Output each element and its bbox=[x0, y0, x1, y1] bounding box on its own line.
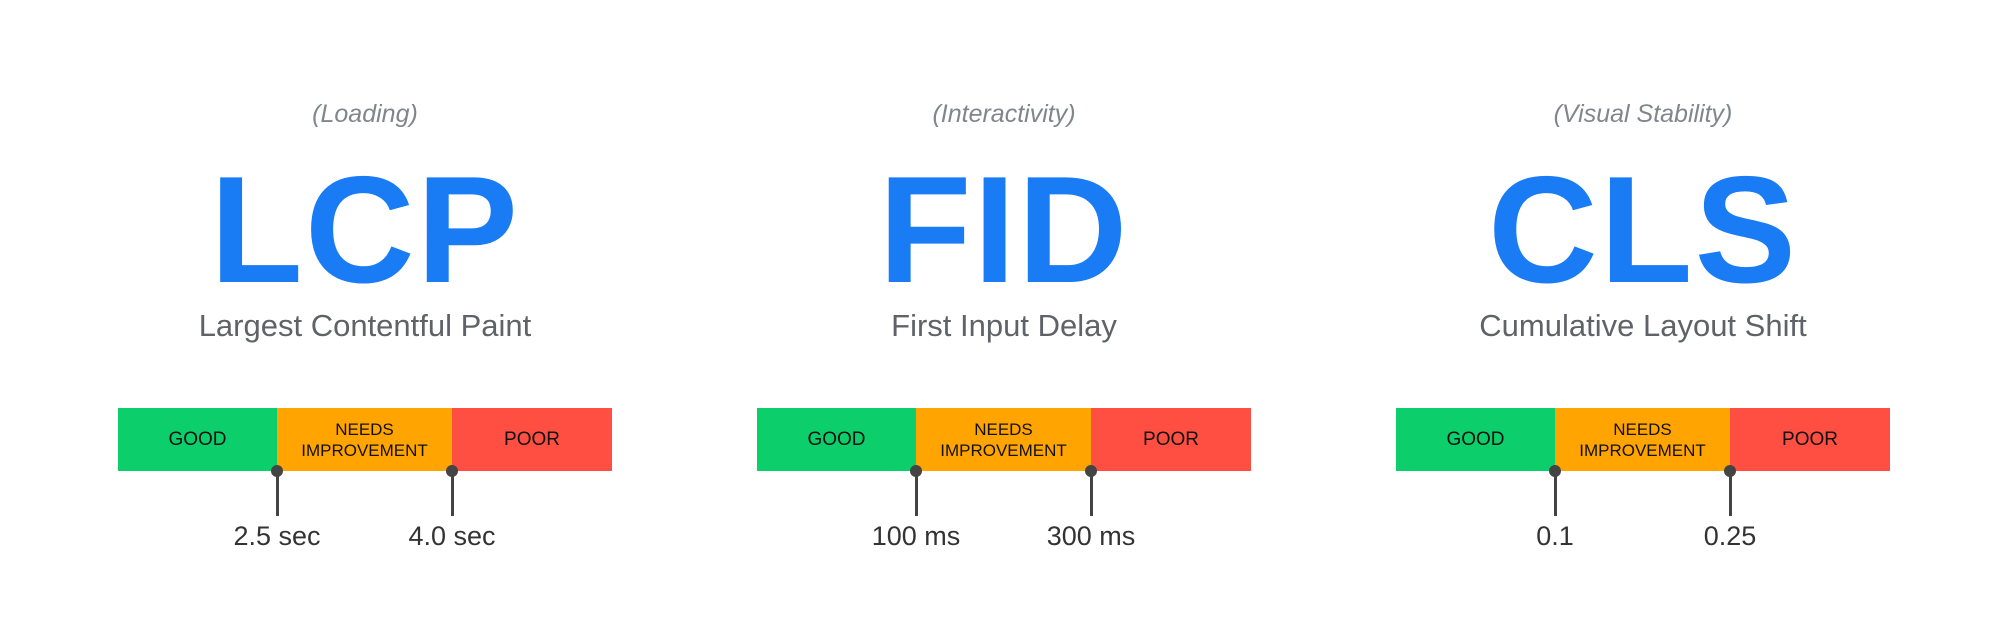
metric-category: (Visual Stability) bbox=[1553, 100, 1733, 128]
segment-label: NEEDS IMPROVEMENT bbox=[301, 419, 428, 460]
threshold-label: 2.5 sec bbox=[233, 521, 321, 551]
metric-name: Cumulative Layout Shift bbox=[1479, 308, 1807, 343]
segment-needs-improvement: NEEDS IMPROVEMENT bbox=[916, 408, 1091, 471]
threshold-label: 4.0 sec bbox=[408, 521, 496, 551]
segment-label: NEEDS IMPROVEMENT bbox=[1579, 419, 1706, 460]
threshold-label: 300 ms bbox=[1046, 521, 1136, 551]
threshold-bar: GOOD NEEDS IMPROVEMENT POOR bbox=[1396, 408, 1890, 471]
metric-lcp: (Loading) LCP Largest Contentful Paint G… bbox=[118, 0, 612, 628]
metric-abbreviation: CLS bbox=[1488, 145, 1798, 315]
threshold-label: 100 ms bbox=[871, 521, 961, 551]
segment-poor: POOR bbox=[452, 408, 612, 471]
segment-needs-improvement: NEEDS IMPROVEMENT bbox=[277, 408, 452, 471]
metric-name: Largest Contentful Paint bbox=[198, 308, 532, 343]
segment-needs-improvement: NEEDS IMPROVEMENT bbox=[1555, 408, 1730, 471]
metric-name: First Input Delay bbox=[891, 308, 1117, 343]
segment-good: GOOD bbox=[118, 408, 277, 471]
threshold-bar: GOOD NEEDS IMPROVEMENT POOR bbox=[757, 408, 1251, 471]
segment-label: NEEDS IMPROVEMENT bbox=[940, 419, 1067, 460]
metric-abbreviation: LCP bbox=[210, 145, 520, 315]
threshold-label: 0.1 bbox=[1536, 521, 1574, 551]
metric-abbreviation: FID bbox=[878, 145, 1130, 315]
segment-poor: POOR bbox=[1091, 408, 1251, 471]
metric-category: (Interactivity) bbox=[932, 100, 1076, 128]
threshold-bar: GOOD NEEDS IMPROVEMENT POOR bbox=[118, 408, 612, 471]
segment-good: GOOD bbox=[1396, 408, 1555, 471]
metric-cls: (Visual Stability) CLS Cumulative Layout… bbox=[1396, 0, 1890, 628]
segment-good: GOOD bbox=[757, 408, 916, 471]
metric-fid: (Interactivity) FID First Input Delay GO… bbox=[757, 0, 1251, 628]
metric-category: (Loading) bbox=[312, 100, 418, 128]
segment-poor: POOR bbox=[1730, 408, 1890, 471]
threshold-label: 0.25 bbox=[1703, 521, 1757, 551]
